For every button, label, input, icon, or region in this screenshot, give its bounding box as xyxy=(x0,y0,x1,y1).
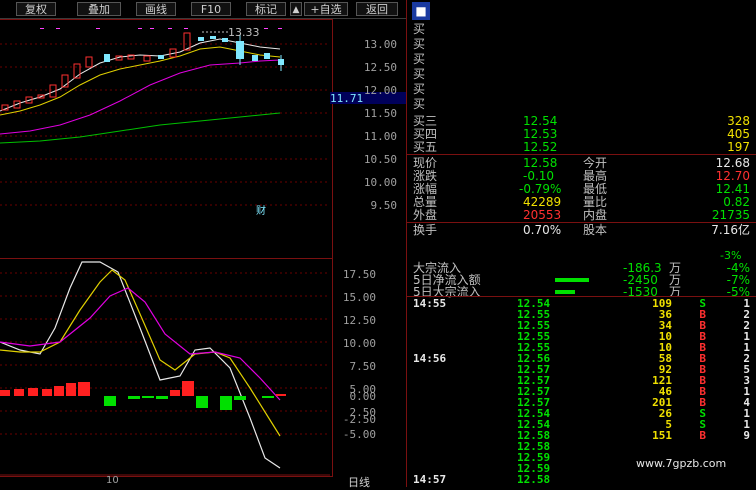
order-row: 买四 12.53 405 xyxy=(413,127,750,141)
tick-price: 12.58 xyxy=(517,473,551,486)
cai-label[interactable]: 财 xyxy=(256,202,266,217)
ma-green-line xyxy=(0,112,281,144)
indicator-axis-label: 0.00 xyxy=(349,390,377,403)
back-button[interactable]: 返回 xyxy=(356,2,398,16)
tick-row: 14:57 12.58 xyxy=(411,474,756,485)
price-axis-label: 10.50 xyxy=(363,153,397,166)
fuquan-button[interactable]: 复权 xyxy=(16,2,56,16)
price-axis-label: 13.00 xyxy=(363,38,397,51)
tick-side: B xyxy=(699,429,706,442)
candle xyxy=(85,56,93,68)
quote-row: 外盘 20553 内盘 21735 xyxy=(413,208,750,222)
tick-time: 14:55 xyxy=(413,297,447,310)
indicator-axis-label: -5.00 xyxy=(342,428,376,441)
price-axis-label: 10.00 xyxy=(363,176,397,189)
tick-row: 12.58 151 B 9 xyxy=(411,430,756,441)
draw-line-button[interactable]: 画线 xyxy=(136,2,176,16)
quote-row: 涨跌 -0.10 最高 12.70 xyxy=(413,169,750,183)
up-arrow-icon[interactable]: ▲ xyxy=(290,2,302,16)
tick-time: 14:56 xyxy=(413,352,447,365)
time-axis-tick: 10 xyxy=(106,475,119,486)
histogram-bars xyxy=(0,381,286,410)
overlay-button[interactable]: 叠加 xyxy=(77,2,121,16)
order-row: 买三 12.54 328 xyxy=(413,114,750,128)
indicator-axis-label: -2.50 xyxy=(342,413,376,426)
indicator-axis-label: 12.50 xyxy=(342,314,376,327)
candle xyxy=(143,55,151,62)
candle xyxy=(158,55,164,59)
flow-bar xyxy=(555,278,589,282)
indicator-axis-label: 7.50 xyxy=(349,360,377,373)
add-watchlist-button[interactable]: +自选 xyxy=(304,2,348,16)
indicator-axis-label: 15.00 xyxy=(342,291,376,304)
f10-button[interactable]: F10 xyxy=(191,2,231,16)
quote-row: 总量 42289 量比 0.82 xyxy=(413,195,750,209)
indicator-gridlines xyxy=(0,272,330,435)
mark-button[interactable]: 标记 xyxy=(246,2,286,16)
watermark: www.7gpzb.com xyxy=(636,457,727,470)
quote-row: 换手 0.70% 股本 7.16亿 xyxy=(413,223,750,237)
day-line-tab[interactable]: 日线 xyxy=(348,474,370,490)
candle xyxy=(264,53,270,59)
quote-row: 现价 12.58 今开 12.68 xyxy=(413,156,750,170)
order-row: 买五 12.52 197 xyxy=(413,140,750,154)
candle xyxy=(198,37,204,41)
high-price-marker: 13.33 xyxy=(228,26,260,39)
price-axis-label: 9.50 xyxy=(370,199,398,212)
tick-volume: 151 xyxy=(652,429,672,442)
tick-time: 14:57 xyxy=(413,473,447,486)
flow-bar xyxy=(555,290,575,294)
info-badge-icon[interactable]: ■ xyxy=(412,2,430,20)
price-axis-label: 11.50 xyxy=(363,107,397,120)
ma-magenta-line xyxy=(0,59,281,135)
candle xyxy=(252,55,258,61)
candles xyxy=(1,32,284,111)
price-axis-label: 12.00 xyxy=(363,84,397,97)
chart-toolbar: 复权 叠加 画线 F10 标记 ▲ +自选 返回 xyxy=(0,0,406,19)
tick-count: 9 xyxy=(743,429,750,442)
candle xyxy=(104,54,110,62)
tick-row: 12.58 xyxy=(411,441,756,452)
quote-row: 涨幅 -0.79% 最低 12.41 xyxy=(413,182,750,196)
candle xyxy=(210,36,216,39)
indicator-magenta-line xyxy=(0,287,281,401)
price-axis-label: 12.50 xyxy=(363,61,397,74)
panel-divider xyxy=(406,0,407,487)
price-axis-label: 11.00 xyxy=(363,130,397,143)
buy-side-glyphs: 买 买 买 买 买 买 xyxy=(413,22,426,111)
indicator-axis-label: 10.00 xyxy=(342,337,376,350)
indicator-axis-label: 17.50 xyxy=(342,268,376,281)
